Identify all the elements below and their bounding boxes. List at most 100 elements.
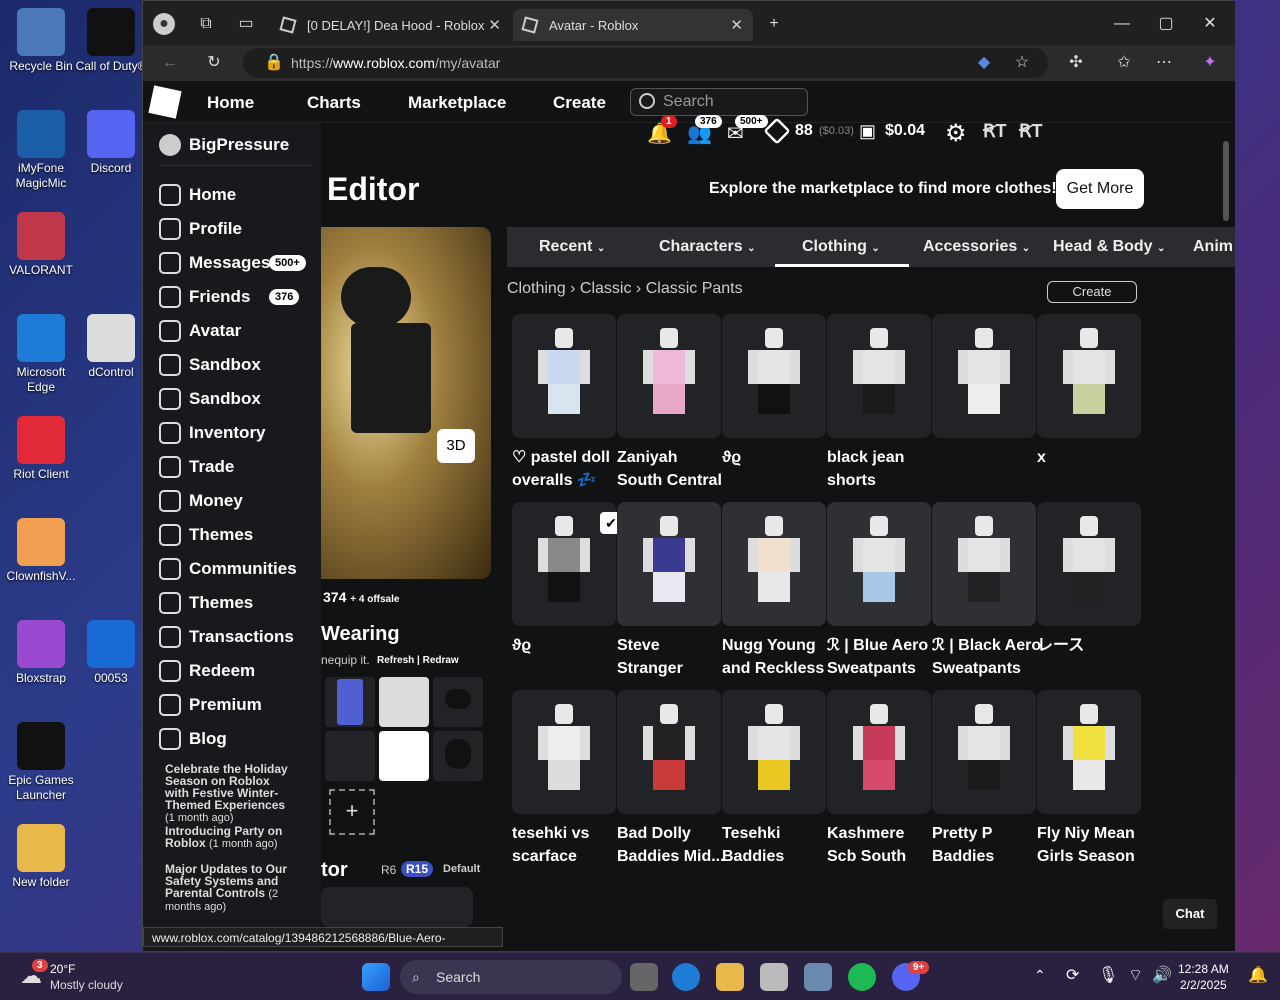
- close-icon[interactable]: ✕: [730, 16, 743, 34]
- favorites-icon[interactable]: ✩: [1113, 52, 1135, 74]
- copilot-icon[interactable]: ✦: [1199, 52, 1221, 74]
- roblox-logo-icon[interactable]: [148, 85, 182, 119]
- file-explorer-icon[interactable]: [716, 963, 744, 991]
- r15-toggle[interactable]: R15: [401, 861, 434, 877]
- back-icon[interactable]: ←: [159, 52, 181, 74]
- item-name[interactable]: ϑϱ: [512, 634, 622, 682]
- desktop-icon[interactable]: Recycle Bin: [4, 8, 78, 74]
- create-button[interactable]: Create: [1047, 281, 1137, 303]
- item-card[interactable]: [827, 314, 931, 438]
- desktop-icon[interactable]: Bloxstrap: [4, 620, 78, 686]
- tab-head-body[interactable]: Head & Body ⌄: [1053, 238, 1165, 256]
- profile-icon[interactable]: ●: [153, 13, 175, 35]
- nav-create[interactable]: Create: [553, 93, 606, 113]
- chevron-up-icon[interactable]: ⌃: [1034, 967, 1046, 984]
- minimize-icon[interactable]: —: [1111, 13, 1133, 35]
- item-card[interactable]: [932, 690, 1036, 814]
- sidebar-item-friends[interactable]: Friends: [159, 283, 250, 311]
- item-name[interactable]: tesehki vs scarface badd...: [512, 822, 622, 870]
- desktop-icon[interactable]: dControl: [74, 314, 148, 380]
- item-card[interactable]: [932, 314, 1036, 438]
- sidebar-item-themes[interactable]: Themes: [159, 589, 253, 617]
- new-tab-icon[interactable]: +: [763, 13, 785, 35]
- worn-item[interactable]: [433, 677, 483, 727]
- sync-icon[interactable]: ⟳: [1066, 965, 1079, 985]
- tag-icon[interactable]: ◆: [973, 52, 995, 74]
- edge-icon[interactable]: [672, 963, 700, 991]
- close-icon[interactable]: ✕: [488, 16, 501, 34]
- item-name[interactable]: x: [1037, 446, 1147, 494]
- worn-item[interactable]: [325, 677, 375, 727]
- desktop-icon[interactable]: New folder: [4, 824, 78, 890]
- worn-item[interactable]: [325, 731, 375, 781]
- nav-home[interactable]: Home: [207, 93, 254, 113]
- sidebar-item-communities[interactable]: Communities: [159, 555, 297, 583]
- sidebar-item-transactions[interactable]: Transactions: [159, 623, 294, 651]
- tab-dea-hood[interactable]: [0 DELAY!] Dea Hood - Roblox ✕: [271, 9, 511, 41]
- blog-post-link[interactable]: Introducing Party on Roblox (1 month ago…: [165, 825, 295, 850]
- sidebar-item-redeem[interactable]: Redeem: [159, 657, 255, 685]
- worn-item-selected[interactable]: [379, 731, 429, 781]
- tab-actions-icon[interactable]: ▭: [235, 13, 257, 35]
- desktop-icon[interactable]: VALORANT: [4, 212, 78, 278]
- desktop-icon[interactable]: Epic Games Launcher: [4, 722, 78, 803]
- sidebar-item-trade[interactable]: Trade: [159, 453, 234, 481]
- sidebar-item-messages[interactable]: Messages: [159, 249, 270, 277]
- chat-button[interactable]: Chat: [1163, 899, 1217, 929]
- extensions-icon[interactable]: ✣: [1065, 52, 1087, 74]
- sidebar-item-profile[interactable]: Profile: [159, 215, 242, 243]
- nav-charts[interactable]: Charts: [307, 93, 361, 113]
- desktop-icon[interactable]: Discord: [74, 110, 148, 176]
- volume-icon[interactable]: 🔊: [1152, 965, 1172, 985]
- item-name[interactable]: Kashmere Scb South Central...: [827, 822, 937, 870]
- avatar-preview[interactable]: [321, 227, 491, 579]
- default-button[interactable]: Default: [443, 863, 480, 875]
- blog-post-link[interactable]: Major Updates to Our Safety Systems and …: [165, 863, 295, 913]
- more-icon[interactable]: ⋯: [1153, 52, 1175, 74]
- app-icon[interactable]: [804, 963, 832, 991]
- desktop-icon[interactable]: Call of Duty®: [74, 8, 148, 74]
- mic-icon[interactable]: 🎙: [1098, 965, 1118, 985]
- item-card[interactable]: [722, 690, 826, 814]
- item-card[interactable]: [1037, 314, 1141, 438]
- item-card[interactable]: [722, 314, 826, 438]
- item-name[interactable]: Pretty P Baddies MidWest Vs Ba...: [932, 822, 1042, 870]
- sidebar-item-home[interactable]: Home: [159, 181, 236, 209]
- extension-r-icon-2[interactable]: ꞦT: [1019, 121, 1043, 142]
- blog-post-link[interactable]: Celebrate the Holiday Season on Roblox w…: [165, 763, 295, 824]
- workspaces-icon[interactable]: ⧉: [195, 13, 217, 35]
- item-card[interactable]: [617, 690, 721, 814]
- extension-r-icon[interactable]: ꞦT: [983, 121, 1007, 142]
- sidebar-item-premium[interactable]: Premium: [159, 691, 262, 719]
- item-card[interactable]: [1037, 502, 1141, 626]
- item-name[interactable]: Zaniyah South Central Baddies...: [617, 446, 727, 494]
- item-name[interactable]: ℛ | Blue Aero Sweatpants: [827, 634, 937, 682]
- maximize-icon[interactable]: ▢: [1155, 13, 1177, 35]
- sidebar-item-money[interactable]: Money: [159, 487, 243, 515]
- item-name[interactable]: Fly Niy Mean Girls Season 2: [1037, 822, 1147, 870]
- notification-icon[interactable]: 🔔: [1248, 965, 1268, 985]
- desktop-icon[interactable]: Microsoft Edge: [4, 314, 78, 395]
- r6-toggle[interactable]: R6: [381, 863, 396, 877]
- sidebar-item-themes[interactable]: Themes: [159, 521, 253, 549]
- scrollbar[interactable]: [1223, 141, 1229, 221]
- clock[interactable]: 12:28 AM 2/2/2025: [1178, 961, 1229, 993]
- item-name[interactable]: レース: [1037, 634, 1147, 682]
- item-name[interactable]: ℛ | Black Aero Sweatpants: [932, 634, 1042, 682]
- item-card[interactable]: [827, 690, 931, 814]
- item-card[interactable]: [1037, 690, 1141, 814]
- task-view-icon[interactable]: [630, 963, 658, 991]
- close-window-icon[interactable]: ✕: [1199, 13, 1221, 35]
- worn-item[interactable]: [379, 677, 429, 727]
- sidebar-item-avatar[interactable]: Avatar: [159, 317, 241, 345]
- item-card[interactable]: [617, 314, 721, 438]
- get-more-button[interactable]: Get More: [1056, 169, 1144, 209]
- url-input[interactable]: https://www.roblox.com/my/avatar: [243, 48, 1048, 78]
- item-name[interactable]: Tesehki Baddies MidWest Vs Ba...: [722, 822, 832, 870]
- item-card[interactable]: [722, 502, 826, 626]
- item-name[interactable]: [932, 446, 1042, 494]
- refresh-icon[interactable]: ↻: [203, 52, 225, 74]
- item-card[interactable]: ✔: [512, 502, 622, 626]
- nav-marketplace[interactable]: Marketplace: [408, 93, 506, 113]
- desktop-icon[interactable]: iMyFone MagicMic: [4, 110, 78, 191]
